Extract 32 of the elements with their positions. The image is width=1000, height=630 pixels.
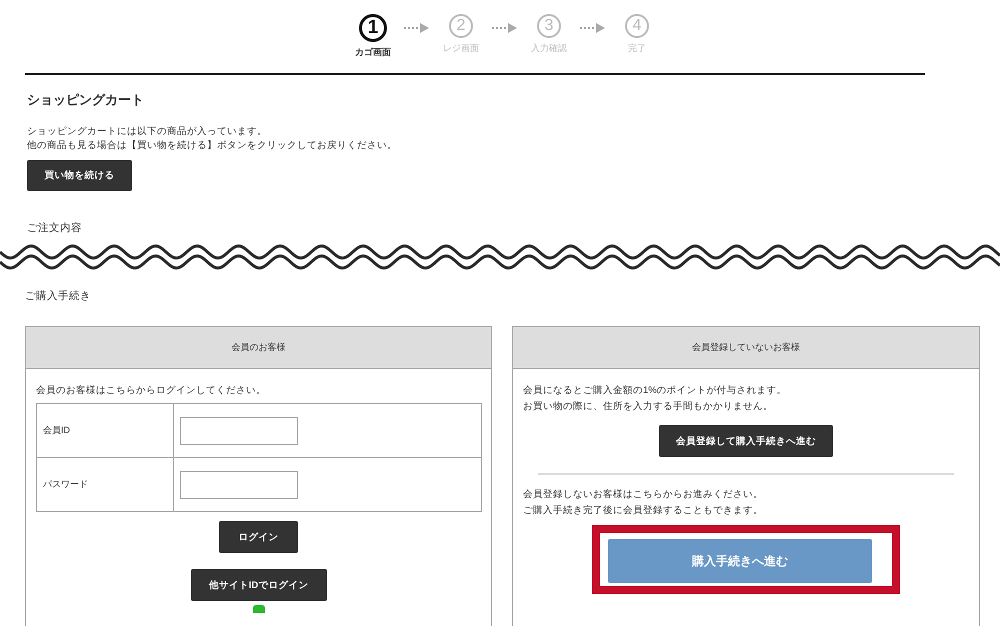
step-number: 3 (537, 14, 561, 38)
benefit-text: 会員になるとご購入金額の1%のポイントが付与されます。 (523, 384, 788, 398)
step-number: 2 (449, 14, 473, 38)
field-label: 会員ID (36, 404, 174, 458)
step-number: 4 (625, 14, 649, 38)
cart-description: ショッピングカートには以下の商品が入っています。 (27, 125, 268, 139)
step-label: 入力確認 (531, 42, 567, 55)
login-button[interactable]: ログイン (219, 521, 298, 553)
app-icon[interactable] (252, 605, 264, 613)
benefit-text: お買い物の際に、住所を入力する手間もかかりません。 (523, 400, 774, 414)
step-label: カゴ画面 (355, 46, 391, 59)
section-title: ショッピングカート (27, 91, 145, 109)
panel-title: 会員のお客様 (26, 327, 491, 369)
input-field[interactable] (180, 470, 298, 498)
panel-title: 会員登録していないお客様 (513, 327, 979, 369)
dotted-arrow-icon (403, 22, 431, 34)
section-heading: ご注文内容 (27, 221, 83, 235)
other-site-login-button[interactable]: 他サイトIDでログイン (190, 569, 326, 601)
dotted-arrow-icon (579, 22, 607, 34)
dotted-arrow-icon (491, 22, 519, 34)
login-instruction: 会員のお客様はこちらからログインしてください。 (36, 384, 267, 398)
guest-text: 会員登録しないお客様はこちらからお進みください。 (523, 488, 764, 502)
register-and-checkout-button[interactable]: 会員登録して購入手続きへ進む (659, 425, 833, 457)
input-field[interactable] (180, 416, 298, 444)
continue-shopping-button[interactable]: 買い物を続ける (27, 160, 132, 191)
cart-description: 他の商品も見る場合は【買い物を続ける】ボタンをクリックしてお戻りください。 (27, 139, 398, 153)
field-label: パスワード (36, 458, 174, 512)
step-label: 完了 (628, 42, 646, 55)
section-heading: ご購入手続き (25, 289, 92, 303)
step-number: 1 (359, 14, 387, 42)
guest-text: ご購入手続き完了後に会員登録することもできます。 (523, 504, 764, 518)
step-label: レジ画面 (443, 42, 479, 55)
